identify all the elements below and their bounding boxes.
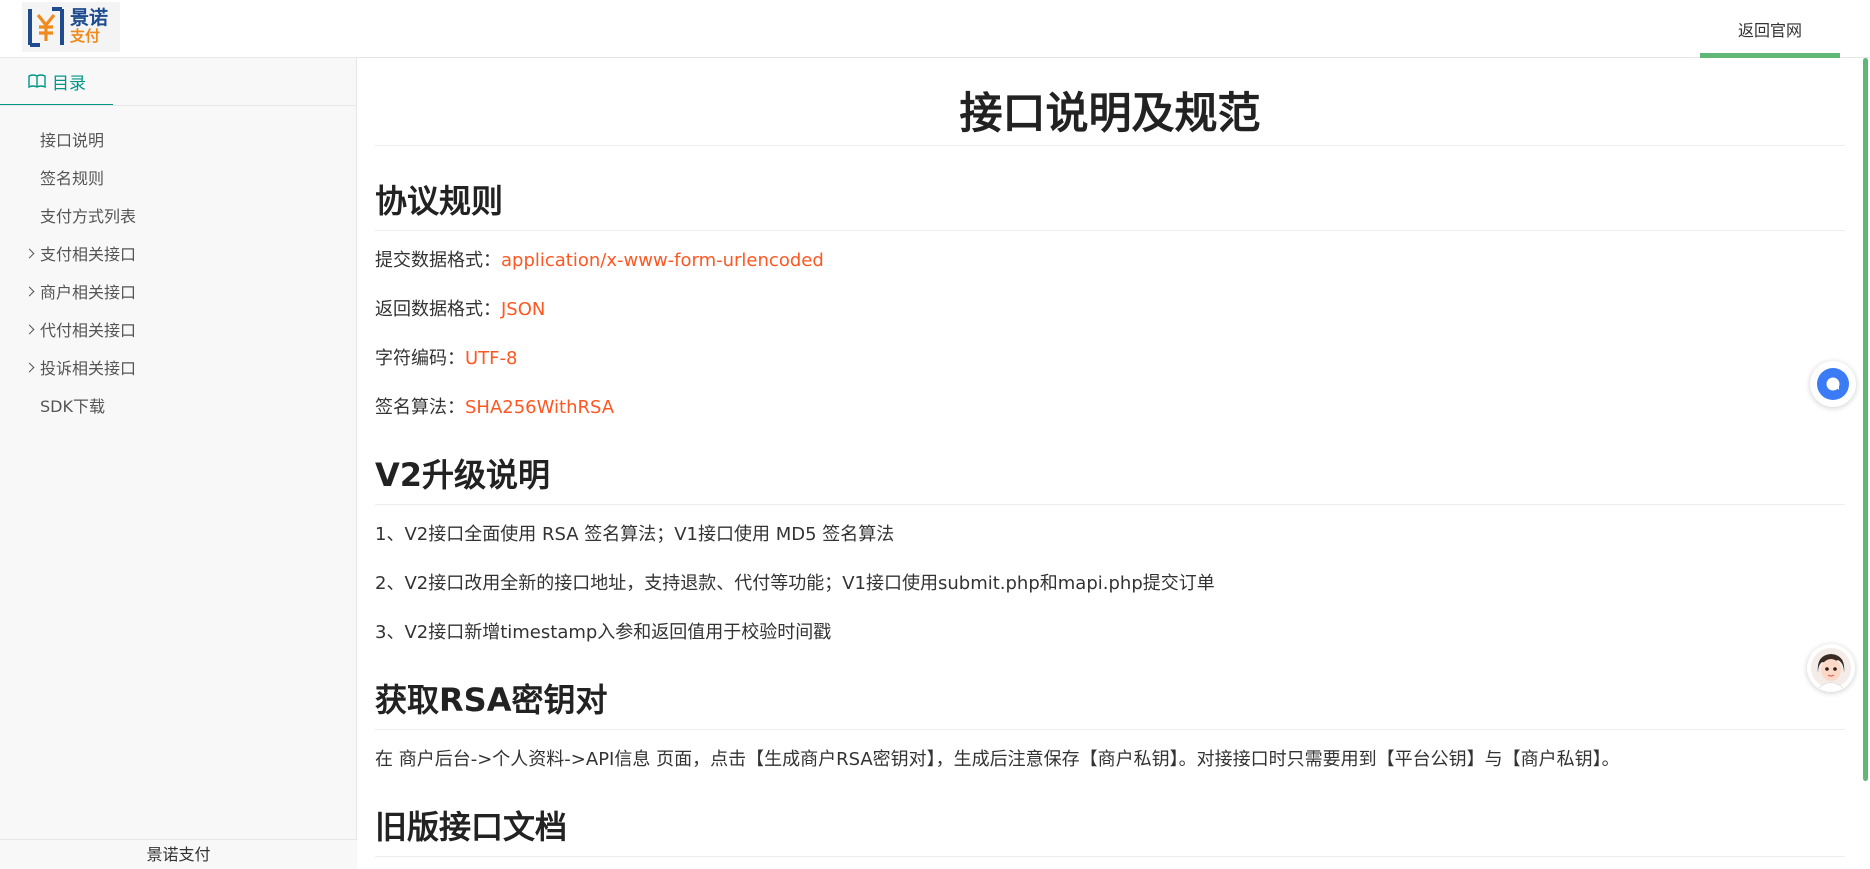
chevron-right-icon[interactable] [24, 248, 35, 259]
back-to-site-link[interactable]: 返回官网 [1700, 0, 1840, 58]
protocol-value: SHA256WithRSA [465, 397, 615, 418]
logo-text-brand: 景诺 [70, 7, 109, 29]
chevron-right-icon[interactable] [24, 324, 35, 335]
toc-item-label: 投诉相关接口 [40, 359, 137, 378]
toc-item-complaint-apis[interactable]: 投诉相关接口 [0, 350, 357, 388]
tab-divider [0, 105, 357, 106]
chat-bubble-icon [1817, 368, 1849, 400]
toc-item-sign-rules[interactable]: 签名规则 [0, 160, 357, 198]
toc-item-merchant-apis[interactable]: 商户相关接口 [0, 274, 357, 312]
chevron-right-icon[interactable] [24, 362, 35, 373]
sidebar: 目录 接口说明 签名规则 支付方式列表 支付相关接口 商户相关接口 代付相关接口… [0, 58, 357, 869]
book-icon [28, 74, 46, 88]
tab-toc[interactable]: 目录 [0, 58, 113, 106]
toc-item-label: 签名规则 [40, 169, 105, 188]
protocol-row: 字符编码：UTF-8 [375, 347, 1845, 371]
toc-item-label: 支付方式列表 [40, 207, 137, 226]
rsa-text: 在 商户后台->个人资料->API信息 页面，点击【生成商户RSA密钥对】，生成… [375, 749, 1620, 770]
section-heading-rsa: 获取RSA密钥对 [375, 645, 1845, 730]
protocol-value: JSON [501, 299, 546, 320]
toc-item-label: 接口说明 [40, 131, 105, 150]
section-heading-v2: V2升级说明 [375, 420, 1845, 505]
chevron-right-icon[interactable] [24, 286, 35, 297]
toc-item-label: 支付相关接口 [40, 245, 137, 264]
v2-line: 2、V2接口改用全新的接口地址，支持退款、代付等功能；V1接口使用submit.… [375, 573, 1215, 594]
scrollbar-thumb[interactable] [1863, 58, 1868, 781]
page-title: 接口说明及规范 [375, 58, 1845, 146]
v2-line: 1、V2接口全面使用 RSA 签名算法；V1接口使用 MD5 签名算法 [375, 524, 895, 545]
protocol-label: 签名算法： [375, 397, 465, 418]
toc-item-interface-intro[interactable]: 接口说明 [0, 122, 357, 160]
logo-mark-icon [28, 7, 64, 47]
tab-toc-label: 目录 [52, 73, 86, 94]
protocol-label: 字符编码： [375, 348, 465, 369]
toc-item-payout-apis[interactable]: 代付相关接口 [0, 312, 357, 350]
toc-item-payment-methods[interactable]: 支付方式列表 [0, 198, 357, 236]
chat-button[interactable] [1810, 361, 1856, 407]
toc-item-label: 商户相关接口 [40, 283, 137, 302]
customer-service-avatar[interactable] [1807, 644, 1855, 692]
protocol-value: UTF-8 [465, 348, 518, 369]
sidebar-footer: 景诺支付 [0, 839, 357, 869]
top-bar: 景诺 支付 返回官网 [0, 0, 1870, 58]
protocol-row: 签名算法：SHA256WithRSA [375, 396, 1845, 420]
back-to-site-label: 返回官网 [1737, 21, 1802, 40]
toc-item-sdk-download[interactable]: SDK下载 [0, 388, 357, 426]
section-heading-protocol: 协议规则 [375, 146, 1845, 231]
protocol-label: 返回数据格式： [375, 299, 501, 320]
agent-avatar-icon [1811, 648, 1851, 689]
protocol-label: 提交数据格式： [375, 250, 501, 271]
doc-content: 接口说明及规范 协议规则 提交数据格式：application/x-www-fo… [375, 58, 1845, 869]
content-scrollbar[interactable] [1862, 58, 1870, 869]
protocol-value: application/x-www-form-urlencoded [501, 250, 824, 271]
protocol-row: 返回数据格式：JSON [375, 298, 1845, 322]
toc-list: 接口说明 签名规则 支付方式列表 支付相关接口 商户相关接口 代付相关接口 投诉… [0, 122, 357, 426]
toc-item-payment-apis[interactable]: 支付相关接口 [0, 236, 357, 274]
toc-item-label: 代付相关接口 [40, 321, 137, 340]
section-heading-legacy: 旧版接口文档 [375, 772, 1845, 857]
toc-item-label: SDK下载 [40, 397, 105, 416]
v2-line: 3、V2接口新增timestamp入参和返回值用于校验时间戳 [375, 622, 832, 643]
logo-text-sub: 支付 [70, 27, 101, 45]
logo[interactable]: 景诺 支付 [22, 2, 120, 52]
protocol-row: 提交数据格式：application/x-www-form-urlencoded [375, 249, 1845, 273]
